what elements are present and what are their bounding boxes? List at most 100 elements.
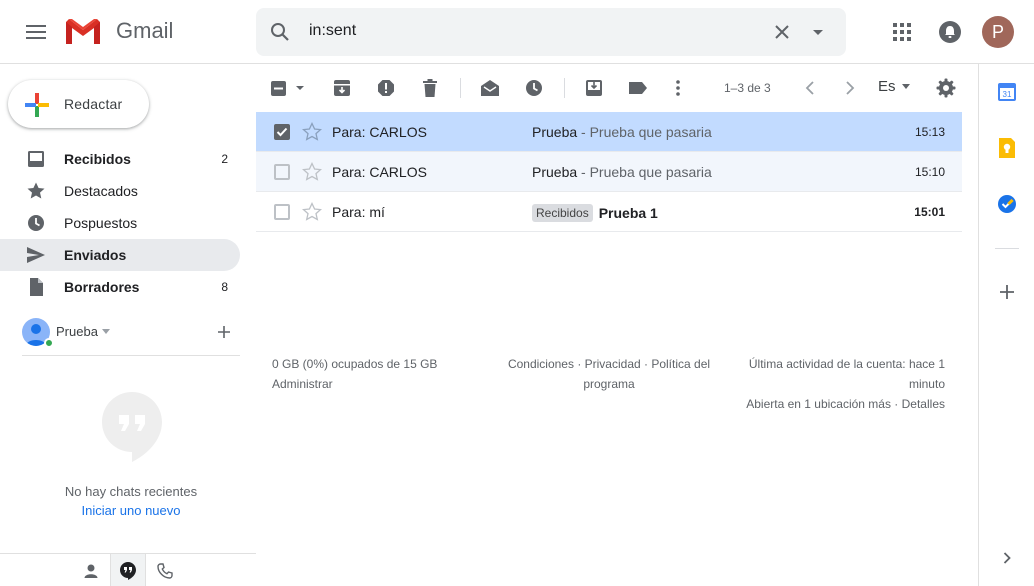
sidebar-item-label: Pospuestos	[64, 215, 138, 231]
search-options-icon[interactable]	[806, 20, 830, 44]
send-icon	[26, 245, 46, 265]
hangouts-user: Prueba	[22, 316, 240, 356]
email-row[interactable]: Para: CARLOS Prueba - Prueba que pasaria…	[256, 152, 962, 192]
hangouts-user-name[interactable]: Prueba	[56, 324, 98, 339]
sidebar-item-label: Enviados	[64, 247, 127, 263]
hangouts-chat-icon	[120, 561, 136, 580]
mark-read-button[interactable]	[478, 76, 502, 100]
subject-text: Prueba	[532, 164, 578, 180]
email-recipient: Para: CARLOS	[332, 164, 427, 180]
more-options-button[interactable]	[666, 76, 690, 100]
message-toolbar: 1–3 de 3 Es	[256, 64, 978, 112]
chevron-right-icon	[846, 81, 855, 95]
labels-button[interactable]	[626, 76, 650, 100]
mark-as-read-icon	[481, 80, 499, 96]
star-icon	[26, 181, 46, 201]
email-recipient: Para: mí	[332, 204, 385, 220]
person-icon	[84, 564, 98, 578]
manage-storage-link[interactable]: Administrar	[272, 374, 437, 394]
more-vert-icon	[676, 80, 680, 96]
email-time: 15:01	[914, 205, 945, 219]
terms-privacy-links[interactable]: Condiciones · Privacidad · Política del	[500, 354, 718, 374]
sidebar-item-pospuestos[interactable]: Pospuestos	[0, 207, 240, 239]
apps-button[interactable]	[882, 12, 922, 52]
tab-contacts[interactable]	[73, 554, 109, 586]
keep-addon-button[interactable]	[995, 136, 1019, 160]
email-subject: Prueba - Prueba que pasaria	[532, 124, 712, 140]
storage-usage[interactable]: 0 GB (0%) ocupados de 15 GB	[272, 354, 437, 374]
caret-down-icon[interactable]	[102, 329, 110, 334]
storage-info: 0 GB (0%) ocupados de 15 GB Administrar	[272, 354, 437, 394]
email-snippet: - Prueba que pasaria	[577, 124, 712, 140]
gmail-logo[interactable]: Gmail	[64, 16, 173, 46]
checkbox-partial-icon	[271, 81, 304, 96]
side-panel: 31	[978, 64, 1034, 586]
gmail-m-icon	[66, 19, 100, 44]
sidebar-item-enviados[interactable]: Enviados	[0, 239, 240, 271]
star-icon[interactable]	[302, 162, 322, 182]
tab-calls[interactable]	[147, 554, 183, 586]
hangouts-tabs	[0, 553, 256, 586]
search-input[interactable]: in:sent	[309, 22, 356, 40]
hamburger-icon	[26, 25, 46, 39]
unread-count: 2	[221, 152, 228, 166]
email-time: 15:10	[914, 165, 945, 179]
calendar-addon-button[interactable]: 31	[995, 80, 1019, 104]
activity-details-link[interactable]: Abierta en 1 ubicación más · Detalles	[720, 394, 945, 414]
svg-text:31: 31	[1003, 90, 1012, 99]
archive-button[interactable]	[330, 76, 354, 100]
toolbar-divider	[460, 78, 461, 98]
clear-search-icon[interactable]	[770, 20, 794, 44]
sidebar-item-label: Destacados	[64, 183, 138, 199]
delete-button[interactable]	[418, 76, 442, 100]
tasks-addon-button[interactable]	[995, 192, 1019, 216]
email-time: 15:13	[914, 125, 945, 139]
email-list: Para: CARLOS Prueba - Prueba que pasaria…	[256, 112, 962, 232]
select-all-checkbox[interactable]	[270, 76, 308, 100]
top-bar: Gmail in:sent P	[0, 0, 1034, 64]
notifications-button[interactable]	[930, 12, 970, 52]
add-chat-icon[interactable]	[216, 324, 232, 340]
sidebar-item-recibidos[interactable]: Recibidos 2	[0, 143, 240, 175]
report-icon	[378, 80, 394, 96]
compose-plus-icon	[24, 92, 50, 118]
subject-text: Prueba 1	[598, 205, 658, 221]
move-to-button[interactable]	[582, 76, 606, 100]
language-label: Es	[878, 78, 896, 95]
row-checkbox[interactable]	[274, 124, 290, 140]
report-spam-button[interactable]	[374, 76, 398, 100]
email-row[interactable]: Para: mí Recibidos Prueba 1 15:01	[256, 192, 962, 232]
input-tools-button[interactable]: Es	[878, 78, 910, 95]
hide-side-panel-button[interactable]	[995, 546, 1019, 570]
label-badge[interactable]: Recibidos	[532, 204, 593, 222]
program-policy-link[interactable]: programa	[500, 374, 718, 394]
apps-grid-icon	[893, 23, 911, 41]
sidebar-item-destacados[interactable]: Destacados	[0, 175, 240, 207]
compose-button[interactable]: Redactar	[8, 80, 149, 128]
folder-nav: Recibidos 2 Destacados Pospuestos Enviad…	[0, 143, 240, 303]
search-bar[interactable]: in:sent	[256, 8, 846, 56]
tab-chats[interactable]	[110, 554, 146, 586]
older-button[interactable]	[838, 76, 862, 100]
account-avatar[interactable]: P	[982, 16, 1014, 48]
get-addons-button[interactable]	[995, 280, 1019, 304]
sidebar-item-label: Borradores	[64, 279, 140, 295]
email-row[interactable]: Para: CARLOS Prueba - Prueba que pasaria…	[256, 112, 962, 152]
star-icon[interactable]	[302, 202, 322, 222]
archive-icon	[334, 80, 350, 96]
main-menu-button[interactable]	[16, 12, 56, 52]
clock-icon	[526, 80, 542, 96]
row-checkbox[interactable]	[274, 164, 290, 180]
sidebar-item-borradores[interactable]: Borradores 8	[0, 271, 240, 303]
policy-links: Condiciones · Privacidad · Política del …	[500, 354, 718, 394]
inbox-icon	[26, 149, 46, 169]
snooze-button[interactable]	[522, 76, 546, 100]
newer-button[interactable]	[798, 76, 822, 100]
star-icon[interactable]	[302, 122, 322, 142]
settings-button[interactable]	[934, 76, 958, 100]
pagination-info: 1–3 de 3	[724, 81, 771, 95]
row-checkbox[interactable]	[274, 204, 290, 220]
account-activity: Última actividad de la cuenta: hace 1 mi…	[720, 354, 945, 414]
start-chat-link[interactable]: Iniciar uno nuevo	[0, 503, 262, 518]
search-icon[interactable]	[268, 20, 292, 44]
